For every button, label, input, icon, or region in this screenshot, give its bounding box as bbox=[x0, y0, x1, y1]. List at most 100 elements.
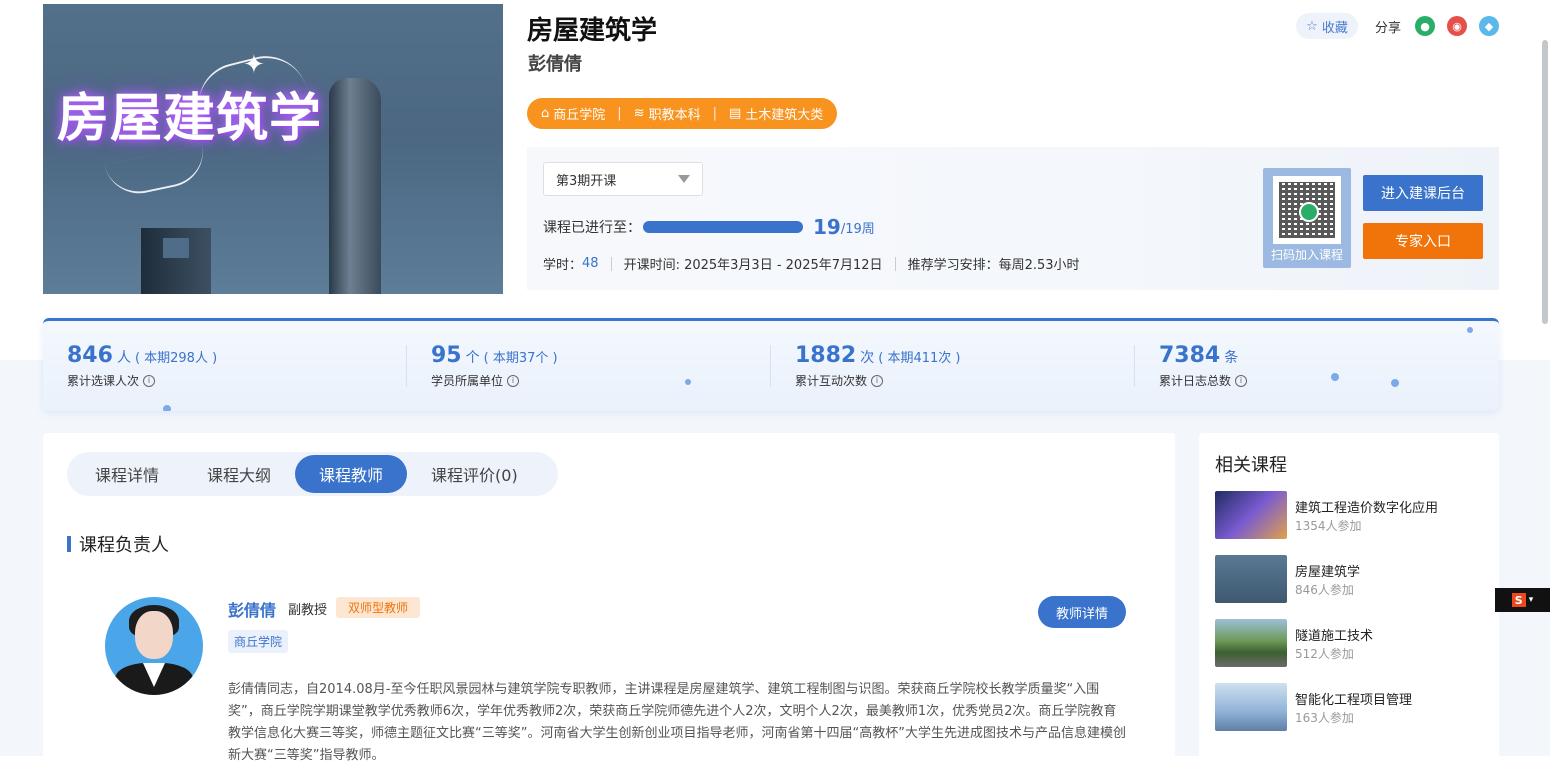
wechat-icon[interactable]: ● bbox=[1415, 16, 1435, 36]
progress-current: 19 bbox=[813, 215, 841, 239]
tab-teachers[interactable]: 课程教师 bbox=[295, 455, 408, 493]
stat-sub: ( 本期298人 ) bbox=[134, 351, 218, 366]
s-logo-icon: S bbox=[1511, 593, 1526, 607]
info-icon[interactable]: i bbox=[871, 374, 884, 387]
teacher-rank: 副教授 bbox=[288, 603, 328, 618]
building bbox=[141, 228, 211, 294]
course-thumbnail bbox=[1215, 491, 1287, 539]
favorite-label: 收藏 bbox=[1321, 20, 1348, 36]
stat-sub: ( 本期411次 ) bbox=[878, 351, 961, 366]
stat-unit: 个 bbox=[465, 350, 480, 366]
stat-label: 累计选课人次 bbox=[67, 374, 140, 388]
course-info-panel: 第3期开课 课程已进行至： 19 /19周 学时： 48 开课时间: 2025年… bbox=[527, 147, 1499, 290]
course-title: 房屋建筑学 bbox=[527, 16, 658, 46]
recommend-schedule: 推荐学习安排：每周2.53小时 bbox=[907, 258, 1080, 273]
tab-outline[interactable]: 课程大纲 bbox=[183, 455, 295, 493]
course-tags: ⌂ 商丘学院 | ≋ 职教本科 | ▤ 土木建筑大类 bbox=[527, 98, 838, 129]
related-course-item[interactable]: 隧道施工技术 512人参加 bbox=[1215, 619, 1495, 667]
divider bbox=[770, 345, 771, 387]
school-icon: ⌂ bbox=[541, 106, 550, 121]
qr-label: 扫码加入课程 bbox=[1270, 248, 1343, 262]
scrollbar[interactable] bbox=[1542, 40, 1548, 324]
stat-sub: ( 本期37个 ) bbox=[483, 351, 558, 366]
stat-number: 846 bbox=[67, 343, 113, 368]
session-select[interactable]: 第3期开课 bbox=[543, 162, 703, 196]
teacher-school: 商丘学院 bbox=[228, 630, 289, 653]
stat-unit: 人 bbox=[116, 350, 131, 366]
stat-number: 95 bbox=[431, 343, 462, 368]
wechat-icon bbox=[1299, 202, 1319, 222]
stat-unit: 条 bbox=[1224, 350, 1239, 366]
stat-logs: 7384 条 累计日志总数 i bbox=[1159, 343, 1499, 389]
section-title: 课程负责人 bbox=[67, 531, 169, 557]
divider bbox=[610, 256, 612, 271]
course-teacher: 彭倩倩 bbox=[528, 54, 582, 75]
stat-unit: 次 bbox=[860, 350, 875, 366]
tag-category: ▤ 土木建筑大类 bbox=[728, 106, 824, 123]
stat-label: 学员所属单位 bbox=[431, 374, 504, 388]
expert-entry-button[interactable]: 专家入口 bbox=[1363, 223, 1483, 259]
join-qr-code[interactable]: 扫码加入课程 bbox=[1263, 168, 1351, 268]
progress-total: /19周 bbox=[840, 221, 875, 237]
teacher-detail-button[interactable]: 教师详情 bbox=[1038, 596, 1126, 628]
building-icon: ▤ bbox=[728, 106, 742, 121]
stat-interactions: 1882 次 ( 本期411次 ) 累计互动次数 i bbox=[795, 343, 1135, 389]
cover-title: 房屋建筑学 bbox=[57, 89, 323, 149]
related-course-name: 建筑工程造价数字化应用 bbox=[1295, 501, 1439, 516]
info-icon[interactable]: i bbox=[1235, 374, 1248, 387]
course-meta: 学时： 48 开课时间: 2025年3月3日 - 2025年7月12日 推荐学习… bbox=[543, 254, 1080, 273]
course-thumbnail bbox=[1215, 683, 1287, 731]
floating-widget[interactable]: S ▾ bbox=[1495, 588, 1550, 612]
stat-label: 累计日志总数 bbox=[1159, 374, 1232, 388]
related-course-item[interactable]: 智能化工程项目管理 163人参加 bbox=[1215, 683, 1495, 731]
chevron-down-icon bbox=[678, 175, 690, 183]
avatar bbox=[105, 597, 203, 695]
course-cover-image: ✦ 房屋建筑学 bbox=[43, 4, 503, 294]
share-label: 分享 bbox=[1375, 21, 1402, 36]
info-icon[interactable]: i bbox=[507, 374, 520, 387]
teacher-name-link[interactable]: 彭倩倩 bbox=[228, 597, 276, 621]
related-course-name: 隧道施工技术 bbox=[1295, 629, 1374, 644]
date-range: 开课时间: 2025年3月3日 - 2025年7月12日 bbox=[623, 258, 883, 273]
related-course-count: 1354人参加 bbox=[1295, 519, 1362, 533]
stat-units: 95 个 ( 本期37个 ) 学员所属单位 i bbox=[431, 343, 771, 389]
teacher-type-badge: 双师型教师 bbox=[336, 597, 421, 618]
divider bbox=[406, 345, 407, 387]
teacher-bio: 彭倩倩同志，自2014.08月-至今任职风景园林与建筑学院专职教师，主讲课程是房… bbox=[228, 682, 1126, 763]
decor-dot bbox=[163, 405, 171, 411]
divider bbox=[894, 256, 896, 271]
divider bbox=[1134, 345, 1135, 387]
related-title: 相关课程 bbox=[1215, 455, 1287, 476]
favorite-button[interactable]: ☆ 收藏 bbox=[1296, 13, 1358, 39]
related-course-name: 智能化工程项目管理 bbox=[1295, 693, 1413, 708]
skyscraper bbox=[329, 78, 381, 294]
tag-separator: | bbox=[712, 106, 717, 121]
tab-reviews[interactable]: 课程评价(0) bbox=[407, 455, 542, 493]
content-tabs: 课程详情 课程大纲 课程教师 课程评价(0) bbox=[67, 452, 558, 496]
tab-details[interactable]: 课程详情 bbox=[71, 455, 183, 493]
qq-icon[interactable]: ◆ bbox=[1479, 16, 1499, 36]
course-content-card: 课程详情 课程大纲 课程教师 课程评价(0) 课程负责人 彭倩倩 副教授 双师型… bbox=[43, 433, 1175, 763]
stat-number: 1882 bbox=[795, 343, 857, 368]
related-course-name: 房屋建筑学 bbox=[1295, 565, 1361, 580]
related-course-item[interactable]: 建筑工程造价数字化应用 1354人参加 bbox=[1215, 491, 1495, 539]
section-accent-bar bbox=[67, 536, 71, 552]
related-course-item[interactable]: 房屋建筑学 846人参加 bbox=[1215, 555, 1495, 603]
decor-dot bbox=[1467, 327, 1473, 333]
enter-backend-button[interactable]: 进入建课后台 bbox=[1363, 175, 1483, 211]
hours-value: 48 bbox=[582, 256, 599, 271]
tag-separator: | bbox=[617, 106, 622, 121]
qr-code-image bbox=[1273, 176, 1341, 244]
hours-label: 学时： bbox=[543, 258, 583, 273]
info-icon[interactable]: i bbox=[143, 374, 156, 387]
progress-label: 课程已进行至： bbox=[543, 220, 641, 236]
stat-number: 7384 bbox=[1159, 343, 1221, 368]
layers-icon: ≋ bbox=[633, 106, 645, 121]
tag-school: ⌂ 商丘学院 bbox=[541, 106, 606, 123]
chevron-down-icon: ▾ bbox=[1528, 595, 1534, 605]
progress-row: 课程已进行至： 19 /19周 bbox=[543, 215, 875, 239]
progress-fill bbox=[643, 221, 803, 233]
session-select-value: 第3期开课 bbox=[556, 173, 617, 189]
weibo-icon[interactable]: ◉ bbox=[1447, 16, 1467, 36]
related-course-count: 846人参加 bbox=[1295, 583, 1354, 597]
